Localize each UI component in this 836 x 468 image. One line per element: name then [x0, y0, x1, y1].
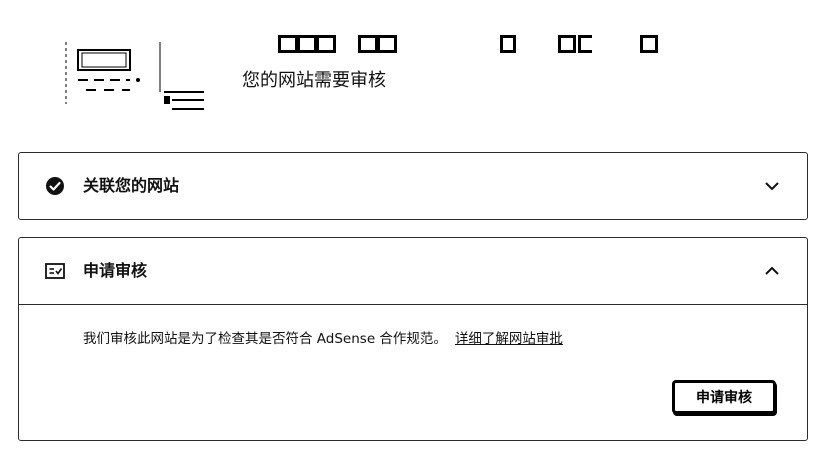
missing-glyph	[358, 35, 378, 53]
request-review-header[interactable]: 申请审核	[19, 238, 807, 304]
page: 您的网站需要审核 关联您的网站 申请审核 我们审核此网站是为了检查其是否符合 A…	[0, 0, 836, 468]
missing-glyph	[278, 35, 298, 53]
page-title-glyphs	[358, 34, 397, 54]
connect-site-card: 关联您的网站	[18, 152, 808, 220]
learn-more-link[interactable]: 详细了解网站审批	[455, 331, 563, 347]
missing-glyph	[316, 35, 336, 53]
review-description: 我们审核此网站是为了检查其是否符合 AdSense 合作规范。 详细了解网站审批	[83, 329, 563, 349]
missing-glyph	[377, 35, 397, 53]
card-title: 申请审核	[83, 261, 148, 280]
chevron-down-icon[interactable]	[763, 177, 781, 195]
missing-glyph	[558, 35, 576, 53]
description-text: 我们审核此网站是为了检查其是否符合 AdSense 合作规范。	[83, 331, 447, 347]
request-review-card: 申请审核 我们审核此网站是为了检查其是否符合 AdSense 合作规范。 详细了解…	[18, 237, 808, 441]
card-title: 关联您的网站	[83, 176, 180, 195]
page-subtitle: 您的网站需要审核	[242, 70, 386, 91]
site-illustration	[65, 42, 204, 110]
checklist-icon	[45, 263, 65, 279]
connect-site-header[interactable]: 关联您的网站	[19, 153, 807, 219]
chevron-up-icon[interactable]	[763, 262, 781, 280]
missing-glyph	[578, 35, 592, 53]
missing-glyph	[640, 35, 658, 53]
request-review-body: 我们审核此网站是为了检查其是否符合 AdSense 合作规范。 详细了解网站审批 …	[19, 305, 807, 440]
request-review-button[interactable]: 申请审核	[672, 380, 776, 414]
missing-glyph	[297, 35, 317, 53]
missing-glyph	[500, 35, 516, 53]
page-title-glyphs	[500, 34, 516, 54]
page-title-glyphs	[640, 34, 658, 54]
page-title-glyphs	[278, 34, 336, 54]
page-title-glyphs	[558, 34, 592, 54]
check-circle-icon	[46, 177, 64, 195]
